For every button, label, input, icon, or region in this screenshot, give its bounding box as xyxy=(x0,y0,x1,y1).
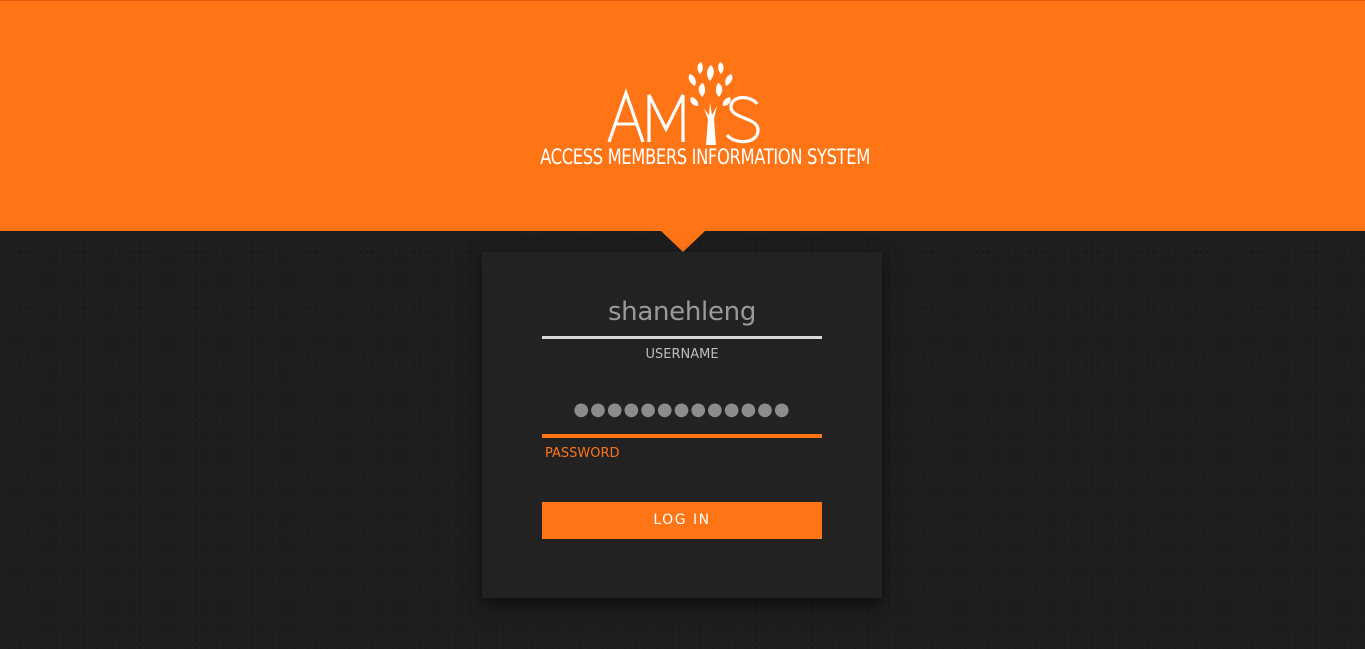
password-input[interactable]: ●●●●●●●●●●●●● xyxy=(542,386,822,434)
brand-header: ACCESS MEMBERS INFORMATION SYSTEM xyxy=(0,0,1365,231)
password-label: PASSWORD xyxy=(545,446,620,461)
amis-tree-logo-icon xyxy=(607,62,760,145)
login-card: shanehleng USERNAME ●●●●●●●●●●●●● PASSWO… xyxy=(482,252,882,598)
amis-logo: ACCESS MEMBERS INFORMATION SYSTEM xyxy=(500,53,870,178)
brand-tagline: ACCESS MEMBERS INFORMATION SYSTEM xyxy=(540,145,870,169)
password-underline xyxy=(542,434,822,438)
username-input[interactable]: shanehleng xyxy=(542,288,822,336)
login-button[interactable]: LOG IN xyxy=(542,502,822,539)
password-field[interactable]: ●●●●●●●●●●●●● PASSWORD xyxy=(542,386,822,461)
username-field[interactable]: shanehleng USERNAME xyxy=(542,288,822,362)
header-pointer-arrow xyxy=(661,231,705,252)
username-underline xyxy=(542,336,822,339)
username-label: USERNAME xyxy=(645,347,719,362)
